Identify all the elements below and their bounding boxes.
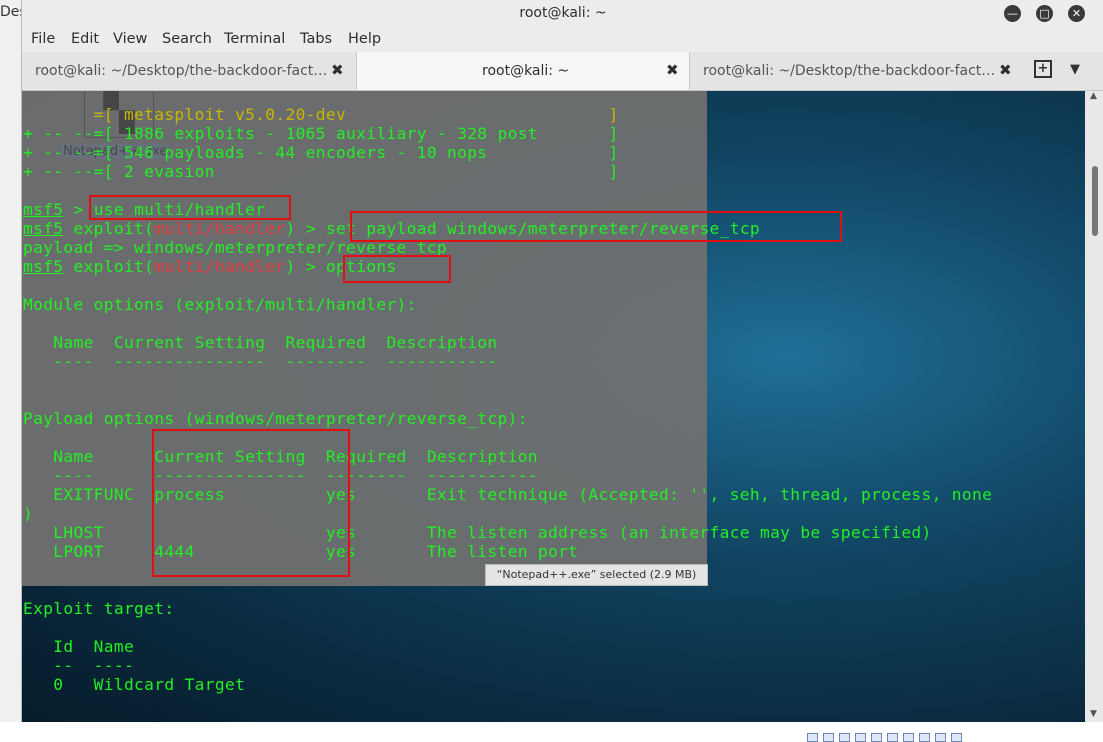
- menu-terminal[interactable]: Terminal: [224, 31, 285, 47]
- scroll-down-icon[interactable]: ▼: [1090, 709, 1097, 719]
- tray-window-icon[interactable]: [855, 733, 866, 742]
- tab-bar: root@kali: ~/Desktop/the-backdoor-fact… …: [22, 52, 1103, 91]
- minimize-icon[interactable]: —: [1004, 5, 1021, 22]
- table-rule: ---- --------------- -------- ----------…: [23, 352, 498, 371]
- prompt-line: msf5 exploit(multi/handler) > options: [23, 257, 397, 276]
- tab-label: root@kali: ~: [482, 63, 570, 79]
- menu-bar: File Edit View Search Terminal Tabs Help: [22, 28, 1103, 52]
- highlight-box-set-payload: [350, 211, 842, 242]
- prompt-tail: ) >: [285, 257, 326, 276]
- module-name: multi/handler: [154, 257, 286, 276]
- tab-label: root@kali: ~/Desktop/the-backdoor-fact…: [35, 63, 328, 79]
- section-heading: Exploit target:: [23, 599, 175, 618]
- tray-window-icon[interactable]: [903, 733, 914, 742]
- banner-line: + -- --=[ 2 evasion ]: [23, 162, 619, 181]
- menu-view[interactable]: View: [113, 31, 147, 47]
- tray-window-icon[interactable]: [823, 733, 834, 742]
- menu-file[interactable]: File: [31, 31, 55, 47]
- section-heading: Module options (exploit/multi/handler):: [23, 295, 417, 314]
- close-icon[interactable]: ✕: [1068, 5, 1085, 22]
- tray-window-icon[interactable]: [871, 733, 882, 742]
- tray-window-icon[interactable]: [919, 733, 930, 742]
- module-name: multi/handler: [154, 219, 286, 238]
- section-heading: Payload options (windows/meterpreter/rev…: [23, 409, 528, 428]
- tab-label: root@kali: ~/Desktop/the-backdoor-fact…: [703, 63, 996, 79]
- tab-root-home[interactable]: root@kali: ~ ✖: [356, 52, 690, 90]
- msf-prompt: msf5: [23, 200, 64, 219]
- banner-line: + -- --=[ 546 payloads - 44 encoders - 1…: [23, 143, 619, 162]
- msf-prompt: msf5: [23, 219, 64, 238]
- terminal-window: root@kali: ~ — □ ✕ File Edit View Search…: [21, 0, 1103, 722]
- title-bar[interactable]: root@kali: ~ — □ ✕: [22, 0, 1103, 28]
- highlight-box-current-setting: [152, 429, 350, 577]
- close-tab-icon[interactable]: ✖: [999, 61, 1012, 79]
- scroll-up-icon[interactable]: ▲: [1090, 91, 1097, 101]
- highlight-box-options: [343, 255, 451, 283]
- close-tab-icon[interactable]: ✖: [331, 61, 344, 79]
- table-rule: -- ----: [23, 656, 135, 675]
- terminal-area[interactable]: ▚ Notepad++.exe “Notepad++.exe” selected…: [22, 91, 1085, 722]
- table-header: Name Current Setting Required Descriptio…: [23, 333, 498, 352]
- exploit-word: exploit(: [63, 219, 155, 238]
- prompt-tail: ) >: [285, 219, 326, 238]
- tab-backdoor-factory-2[interactable]: root@kali: ~/Desktop/the-backdoor-fact… …: [689, 52, 1021, 90]
- terminal-scrollbar[interactable]: ▲ ▼: [1085, 91, 1103, 722]
- tab-backdoor-factory-1[interactable]: root@kali: ~/Desktop/the-backdoor-fact… …: [22, 52, 356, 90]
- tab-menu-icon[interactable]: ▼: [1070, 62, 1080, 77]
- desktop-background: Des: [0, 0, 27, 740]
- tray-window-icon[interactable]: [887, 733, 898, 742]
- tray-window-icon[interactable]: [807, 733, 818, 742]
- table-row: 0 Wildcard Target: [23, 675, 246, 694]
- menu-search[interactable]: Search: [162, 31, 212, 47]
- close-tab-icon[interactable]: ✖: [666, 61, 679, 79]
- menu-tabs[interactable]: Tabs: [300, 31, 332, 47]
- selection-status: “Notepad++.exe” selected (2.9 MB): [485, 564, 708, 586]
- window-title: root@kali: ~: [519, 5, 607, 21]
- tray-window-icon[interactable]: [935, 733, 946, 742]
- scrollbar-thumb[interactable]: [1092, 166, 1098, 236]
- exploit-word: exploit(: [63, 257, 155, 276]
- highlight-box-use-handler: [89, 195, 291, 220]
- banner-line: =[ metasploit v5.0.20-dev ]: [23, 105, 619, 124]
- msf-prompt: msf5: [23, 257, 64, 276]
- new-tab-icon[interactable]: +: [1034, 60, 1052, 78]
- maximize-icon[interactable]: □: [1036, 5, 1053, 22]
- tray-window-icon[interactable]: [951, 733, 962, 742]
- table-header: Id Name: [23, 637, 135, 656]
- menu-edit[interactable]: Edit: [71, 31, 99, 47]
- banner-line: + -- --=[ 1886 exploits - 1065 auxiliary…: [23, 124, 619, 143]
- tray-window-icon[interactable]: [839, 733, 850, 742]
- menu-help[interactable]: Help: [348, 31, 381, 47]
- table-row-wrap: ): [23, 504, 34, 523]
